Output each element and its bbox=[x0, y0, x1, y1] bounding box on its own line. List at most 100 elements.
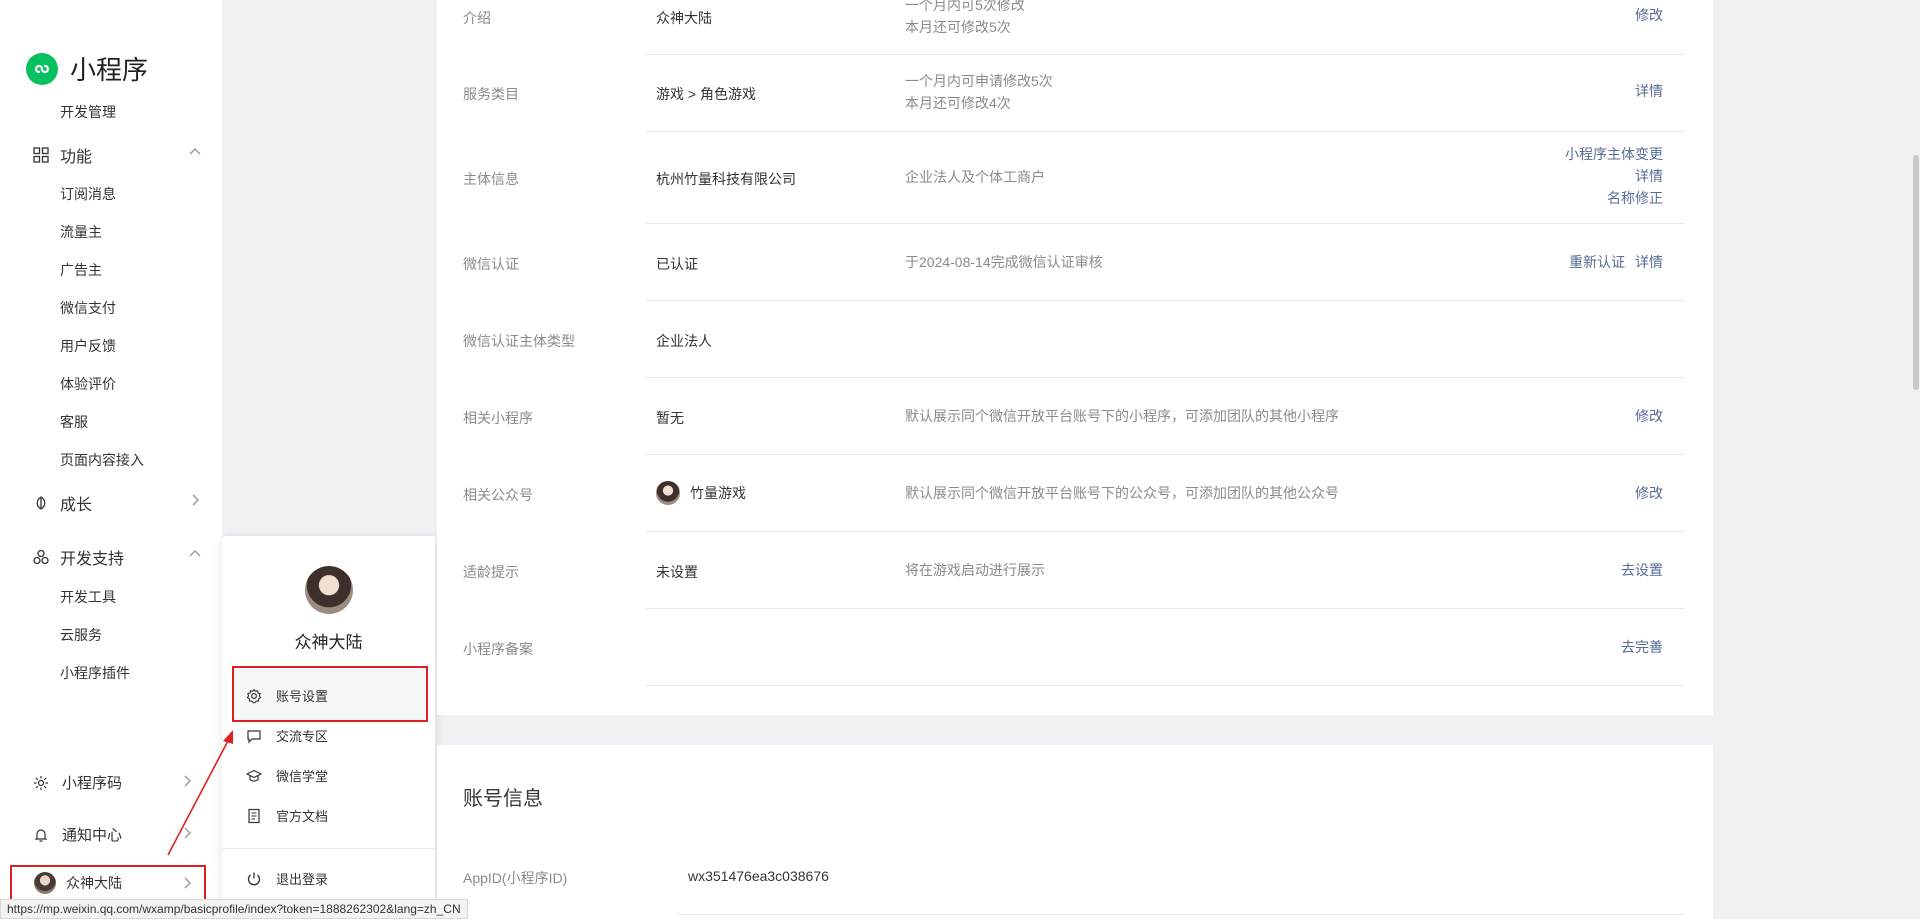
sidebar-group-label: 开发支持 bbox=[60, 551, 125, 568]
menu-item-academy[interactable]: 微信学堂 bbox=[246, 766, 328, 785]
service-detail-link[interactable]: 详情 bbox=[1635, 80, 1663, 102]
menu-item-label: 官方文档 bbox=[276, 809, 329, 824]
sidebar-item-feedback[interactable]: 用户反馈 bbox=[60, 336, 116, 356]
sidebar-group-label: 功能 bbox=[60, 149, 93, 166]
row-label: 主体信息 bbox=[463, 171, 519, 187]
row-tip: 企业法人及个体工商户 bbox=[905, 169, 1045, 185]
graduation-cap-icon bbox=[246, 768, 262, 784]
official-account-name: 竹量游戏 bbox=[690, 485, 746, 501]
subject-actions: 小程序主体变更 详情 名称修正 bbox=[1565, 143, 1663, 209]
sidebar-item-label: 小程序码 bbox=[62, 775, 123, 792]
sidebar-group-function[interactable]: 功能 bbox=[32, 143, 202, 167]
row-value: 暂无 bbox=[656, 410, 684, 426]
tip-line: 本月还可修改4次 bbox=[905, 95, 1011, 111]
avatar bbox=[656, 481, 680, 505]
avatar bbox=[34, 872, 56, 894]
divider bbox=[646, 131, 1684, 132]
brand-title: 小程序 bbox=[70, 55, 149, 85]
divider bbox=[646, 608, 1684, 609]
divider bbox=[646, 454, 1684, 455]
row-tip: 一个月内可5次修改 本月还可修改5次 bbox=[905, 0, 1025, 38]
sidebar-group-growth[interactable]: 成长 bbox=[32, 491, 202, 515]
document-icon bbox=[246, 808, 262, 824]
sidebar-item-plugin[interactable]: 小程序插件 bbox=[60, 663, 130, 683]
menu-item-logout[interactable]: 退出登录 bbox=[246, 869, 328, 888]
row-tip: 默认展示同个微信开放平台账号下的小程序，可添加团队的其他小程序 bbox=[905, 408, 1339, 424]
row-value: 企业法人 bbox=[656, 333, 712, 349]
power-icon bbox=[246, 871, 262, 887]
divider bbox=[222, 848, 435, 849]
chevron-right-icon bbox=[188, 493, 202, 507]
set-age-hint-link[interactable]: 去设置 bbox=[1621, 559, 1663, 581]
verify-actions: 重新认证 详情 bbox=[1569, 251, 1663, 273]
sidebar-item-cloud[interactable]: 云服务 bbox=[60, 625, 102, 645]
menu-item-label: 退出登录 bbox=[276, 872, 329, 887]
menu-item-label: 交流专区 bbox=[276, 729, 329, 744]
row-label: 介绍 bbox=[463, 10, 491, 26]
chevron-right-icon bbox=[180, 876, 194, 890]
row-tip: 默认展示同个微信开放平台账号下的公众号，可添加团队的其他公众号 bbox=[905, 485, 1339, 501]
sidebar-item-devtools[interactable]: 开发工具 bbox=[60, 587, 116, 607]
appid-label: AppID(小程序ID) bbox=[463, 870, 568, 886]
subject-detail-link[interactable]: 详情 bbox=[1565, 165, 1663, 187]
gear-icon bbox=[246, 688, 262, 704]
sidebar-item-experience[interactable]: 体验评价 bbox=[60, 374, 116, 394]
row-tip: 于2024-08-14完成微信认证审核 bbox=[905, 254, 1103, 270]
edit-related-oa-link[interactable]: 修改 bbox=[1635, 482, 1663, 504]
menu-item-label: 微信学堂 bbox=[276, 769, 329, 784]
divider bbox=[646, 54, 1684, 55]
popup-account-name: 众神大陆 bbox=[294, 633, 363, 652]
divider bbox=[646, 531, 1684, 532]
name-correction-link[interactable]: 名称修正 bbox=[1565, 187, 1663, 209]
bell-icon bbox=[32, 826, 50, 844]
row-label: 服务类目 bbox=[463, 86, 519, 102]
menu-item-docs[interactable]: 官方文档 bbox=[246, 806, 328, 825]
row-value: 竹量游戏 bbox=[656, 481, 746, 505]
sidebar-item-traffic[interactable]: 流量主 bbox=[60, 222, 102, 242]
verify-detail-link[interactable]: 详情 bbox=[1635, 254, 1663, 270]
brand[interactable]: 小程序 bbox=[26, 50, 148, 87]
miniprogram-logo-icon bbox=[26, 52, 58, 85]
avatar bbox=[305, 566, 353, 614]
row-value: 众神大陆 bbox=[656, 10, 712, 26]
sidebar-user-name: 众神大陆 bbox=[66, 875, 122, 891]
row-label: 相关小程序 bbox=[463, 410, 533, 426]
appid-value: wx351476ea3c038676 bbox=[688, 868, 829, 884]
tip-line: 一个月内可申请修改5次 bbox=[905, 73, 1053, 89]
sidebar-item-label: 通知中心 bbox=[62, 827, 123, 844]
grid-icon bbox=[32, 146, 50, 164]
divider bbox=[646, 377, 1684, 378]
complete-filing-link[interactable]: 去完善 bbox=[1621, 636, 1663, 658]
account-popup-menu: 众神大陆 账号设置 交流专区 微信学堂 官方文档 退出登录 bbox=[222, 536, 435, 919]
row-tip: 将在游戏启动进行展示 bbox=[905, 562, 1045, 578]
devsupport-icon bbox=[32, 548, 50, 566]
sidebar-item-page-content[interactable]: 页面内容接入 bbox=[60, 450, 144, 470]
sidebar-item-wxpay[interactable]: 微信支付 bbox=[60, 298, 116, 318]
chat-icon bbox=[246, 728, 262, 744]
sidebar-item-advertiser[interactable]: 广告主 bbox=[60, 260, 102, 280]
row-value: 未设置 bbox=[656, 564, 698, 580]
status-bar-url: https://mp.weixin.qq.com/wxamp/basicprof… bbox=[0, 899, 468, 919]
menu-item-community[interactable]: 交流专区 bbox=[246, 726, 328, 745]
sidebar-item-service[interactable]: 客服 bbox=[60, 412, 88, 432]
scrollbar[interactable] bbox=[1912, 0, 1920, 919]
chevron-up-icon bbox=[188, 145, 202, 159]
edit-intro-link[interactable]: 修改 bbox=[1635, 4, 1663, 26]
scrollbar-thumb[interactable] bbox=[1913, 155, 1919, 390]
sidebar-item-dev-manage[interactable]: 开发管理 bbox=[60, 102, 116, 122]
annotation-arrow bbox=[167, 730, 233, 856]
section-title: 账号信息 bbox=[463, 788, 543, 810]
menu-item-label: 账号设置 bbox=[276, 689, 329, 704]
edit-related-mp-link[interactable]: 修改 bbox=[1635, 405, 1663, 427]
row-value: 游戏 > 角色游戏 bbox=[656, 86, 756, 102]
subject-change-link[interactable]: 小程序主体变更 bbox=[1565, 143, 1663, 165]
row-label: 相关公众号 bbox=[463, 487, 533, 503]
menu-item-account-settings[interactable]: 账号设置 bbox=[246, 686, 328, 705]
reverify-link[interactable]: 重新认证 bbox=[1569, 254, 1625, 270]
sidebar-user-menu[interactable]: 众神大陆 bbox=[10, 865, 206, 901]
basic-info-card: 介绍 众神大陆 一个月内可5次修改 本月还可修改5次 修改 服务类目 游戏 > … bbox=[437, 0, 1713, 715]
divider bbox=[646, 300, 1684, 301]
sidebar-item-subscribe[interactable]: 订阅消息 bbox=[60, 184, 116, 204]
sidebar-group-devsupport[interactable]: 开发支持 bbox=[32, 545, 202, 569]
row-value: 杭州竹量科技有限公司 bbox=[656, 171, 796, 187]
